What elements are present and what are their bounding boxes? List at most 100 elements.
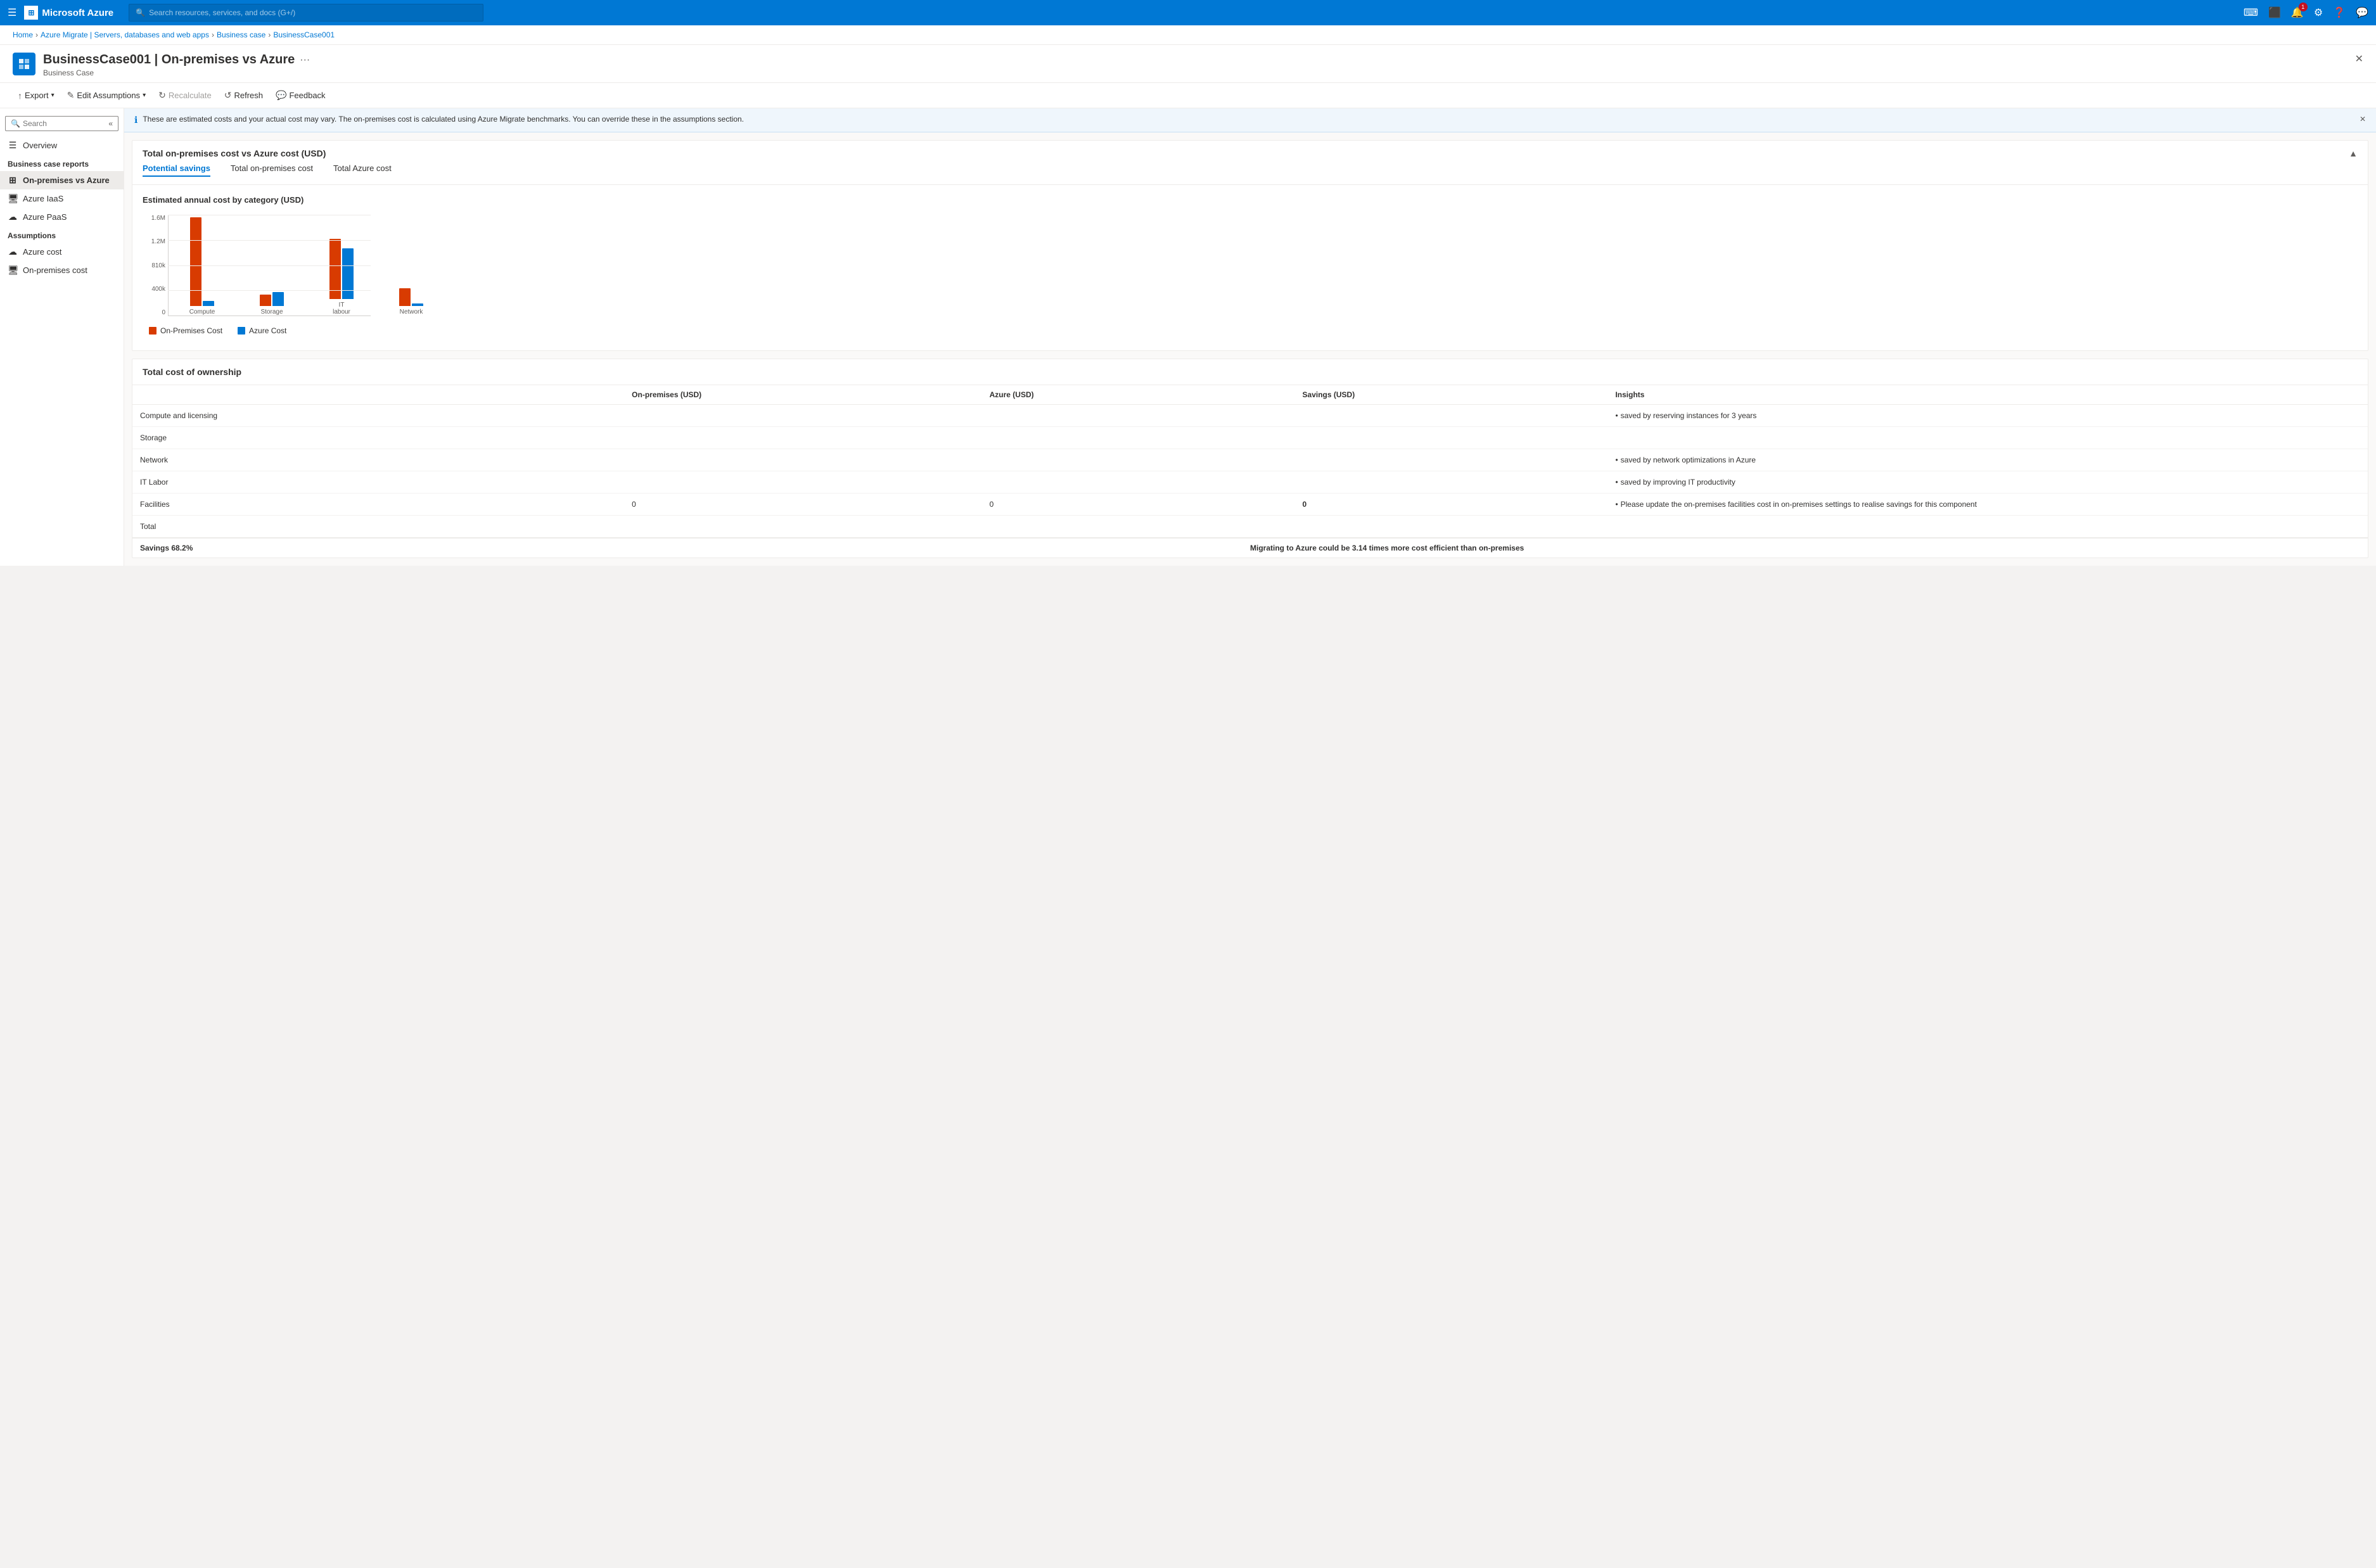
sidebar: 🔍 « ☰ Overview Business case reports ⊞ O… [0, 108, 124, 566]
savings-percentage: Savings 68.2% [140, 544, 1250, 552]
sidebar-item-azure-iaas[interactable]: 🖥 Azure IaaS [0, 189, 124, 208]
export-icon: ↑ [18, 91, 22, 101]
savings-compute [1295, 405, 1608, 427]
bar-group-it-labour: ITlabour [314, 239, 369, 316]
more-options-button[interactable]: ··· [300, 54, 310, 66]
content-area: 🔍 « ☰ Overview Business case reports ⊞ O… [0, 108, 2376, 566]
savings-total [1295, 516, 1608, 538]
page-header: BusinessCase001 | On-premises vs Azure ·… [0, 45, 2376, 83]
recalculate-icon: ↻ [158, 90, 166, 101]
azure-storage [982, 427, 1295, 449]
category-storage: Storage [132, 427, 624, 449]
col-header-savings: Savings (USD) [1295, 385, 1608, 405]
savings-storage [1295, 427, 1608, 449]
onprem-compute [624, 405, 981, 427]
feedback-icon[interactable]: 💬 [2356, 6, 2368, 19]
cost-section: Total on-premises cost vs Azure cost (US… [132, 140, 2368, 351]
breadcrumb-azure-migrate[interactable]: Azure Migrate | Servers, databases and w… [41, 30, 209, 39]
page-subtitle: Business Case [43, 68, 310, 77]
tab-potential-savings[interactable]: Potential savings [143, 163, 210, 177]
portal-settings-icon[interactable]: ⬛ [2268, 6, 2281, 19]
col-header-category [132, 385, 624, 405]
itlabour-azure-bar [342, 248, 354, 299]
network-label: Network [400, 309, 423, 316]
azure-facilities: 0 [982, 494, 1295, 516]
cost-section-collapse[interactable]: ▲ [2349, 148, 2358, 158]
sidebar-item-azure-paas[interactable]: ☁ Azure PaaS [0, 208, 124, 226]
y-label-2: 810k [151, 262, 165, 269]
collapse-sidebar-button[interactable]: « [108, 119, 113, 128]
sidebar-item-azure-cost[interactable]: ☁ Azure cost [0, 243, 124, 261]
search-input[interactable] [23, 119, 106, 128]
info-close-button[interactable]: ✕ [2360, 115, 2366, 124]
refresh-button[interactable]: ↺ Refresh [219, 87, 268, 104]
onprem-storage [624, 427, 981, 449]
cost-section-header: Total on-premises cost vs Azure cost (US… [132, 141, 2368, 163]
itlabour-onprem-bar [329, 239, 341, 299]
table-row: IT Labor •saved by improving IT producti… [132, 471, 2368, 494]
azure-itlabor [982, 471, 1295, 494]
notification-badge: 1 [2299, 3, 2308, 11]
legend-azure: Azure Cost [238, 326, 286, 335]
y-label-0: 0 [162, 309, 165, 316]
compute-onprem-bar [190, 217, 201, 306]
info-banner: ℹ These are estimated costs and your act… [124, 108, 2376, 132]
page-header-icon [13, 53, 35, 75]
refresh-icon: ↺ [224, 90, 232, 101]
insights-facilities: •Please update the on-premises facilitie… [1607, 494, 2368, 516]
category-network: Network [132, 449, 624, 471]
azure-paas-icon: ☁ [8, 212, 18, 222]
breadcrumb-business-case[interactable]: Business case [217, 30, 265, 39]
chart-container: Estimated annual cost by category (USD) … [132, 184, 2368, 350]
tab-total-azure[interactable]: Total Azure cost [333, 163, 392, 177]
azure-total [982, 516, 1295, 538]
sidebar-search[interactable]: 🔍 « [5, 116, 118, 131]
help-icon[interactable]: ❓ [2333, 6, 2346, 19]
col-header-insights: Insights [1607, 385, 2368, 405]
page-header-text: BusinessCase001 | On-premises vs Azure ·… [43, 53, 310, 77]
cloud-shell-icon[interactable]: ⌨ [2244, 6, 2258, 19]
storage-label: Storage [260, 309, 283, 316]
breadcrumb-home[interactable]: Home [13, 30, 33, 39]
hamburger-menu[interactable]: ☰ [8, 6, 16, 19]
bar-group-compute: Compute [175, 217, 229, 316]
chart-title: Estimated annual cost by category (USD) [143, 195, 2358, 205]
category-compute: Compute and licensing [132, 405, 624, 427]
azure-network [982, 449, 1295, 471]
migration-efficiency: Migrating to Azure could be 3.14 times m… [1250, 544, 2360, 552]
table-row: Facilities 0 0 0 •Please update the on-p… [132, 494, 2368, 516]
category-facilities: Facilities [132, 494, 624, 516]
bar-group-network: Network [384, 288, 438, 316]
table-row: Storage [132, 427, 2368, 449]
export-button[interactable]: ↑ Export ▾ [13, 87, 60, 104]
settings-icon[interactable]: ⚙ [2314, 6, 2323, 19]
app-logo: ⊞ Microsoft Azure [24, 6, 113, 20]
business-case-reports-label: Business case reports [0, 155, 124, 171]
sidebar-item-on-premises-cost[interactable]: 🖥 On-premises cost [0, 261, 124, 279]
main-content: ℹ These are estimated costs and your act… [124, 108, 2376, 566]
edit-assumptions-button[interactable]: ✎ Edit Assumptions ▾ [62, 87, 151, 104]
tab-total-on-premises[interactable]: Total on-premises cost [231, 163, 313, 177]
legend-on-premises-color [149, 327, 156, 335]
feedback-icon-toolbar: 💬 [276, 90, 286, 101]
azure-cost-icon: ☁ [8, 246, 18, 257]
tco-table: On-premises (USD) Azure (USD) Savings (U… [132, 385, 2368, 537]
insights-network: •saved by network optimizations in Azure [1607, 449, 2368, 471]
notifications-icon[interactable]: 🔔 1 [2291, 6, 2304, 19]
sidebar-item-overview[interactable]: ☰ Overview [0, 136, 124, 155]
feedback-button[interactable]: 💬 Feedback [271, 87, 331, 104]
assumptions-label: Assumptions [0, 226, 124, 243]
global-search[interactable]: 🔍 Search resources, services, and docs (… [129, 4, 483, 22]
recalculate-button[interactable]: ↻ Recalculate [153, 87, 217, 104]
top-bar-icons: ⌨ ⬛ 🔔 1 ⚙ ❓ 💬 [2244, 6, 2368, 19]
azure-iaas-icon: 🖥 [8, 193, 18, 204]
on-premises-icon: ⊞ [8, 175, 18, 186]
col-header-on-premises: On-premises (USD) [624, 385, 981, 405]
sidebar-item-on-premises[interactable]: ⊞ On-premises vs Azure [0, 171, 124, 189]
close-button[interactable]: ✕ [2355, 53, 2363, 65]
on-premises-cost-icon: 🖥 [8, 265, 18, 276]
tco-title: Total cost of ownership [132, 359, 2368, 385]
savings-network [1295, 449, 1608, 471]
itlabour-label: ITlabour [333, 302, 350, 316]
y-label-3: 1.2M [151, 238, 165, 245]
